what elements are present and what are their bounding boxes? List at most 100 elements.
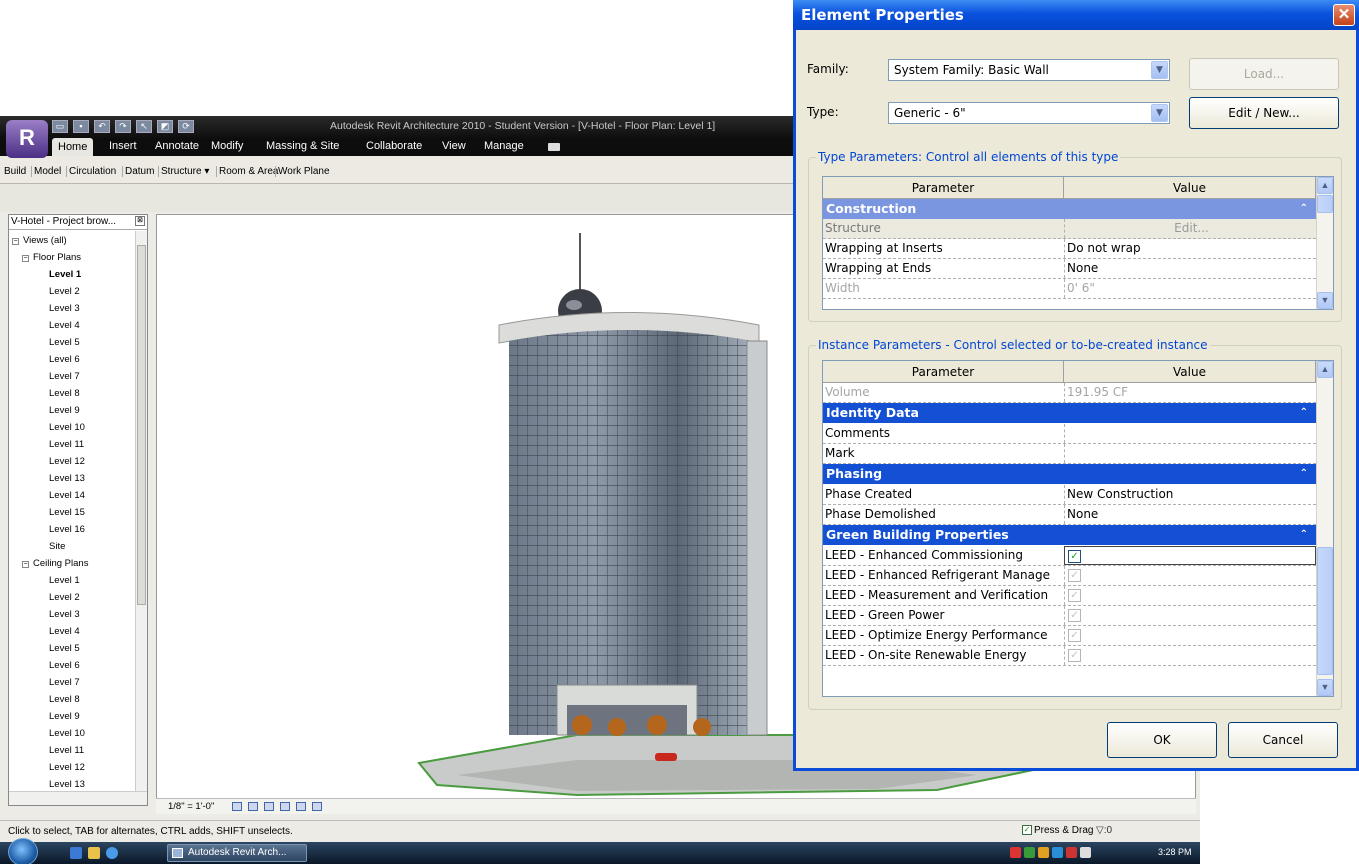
collapse-icon[interactable]: ⌃	[1300, 199, 1308, 219]
leed-checkbox[interactable]: ✓	[1068, 569, 1081, 582]
scroll-up-icon[interactable]: ▲	[1317, 361, 1333, 378]
tree-item-floor-plan[interactable]: Level 12	[49, 456, 85, 467]
explorer-icon[interactable]	[88, 847, 100, 859]
tab-view[interactable]: View	[442, 140, 466, 152]
param-value[interactable]: None	[1064, 259, 1316, 278]
show-desktop-icon[interactable]	[70, 847, 82, 859]
collapse-toggle[interactable]: −	[22, 561, 29, 568]
chevron-down-icon[interactable]: ▼	[1151, 61, 1168, 79]
green-building-group-header[interactable]: Green Building Properties ⌃	[823, 525, 1316, 545]
type-grid-scrollbar[interactable]: ▲ ▼	[1316, 177, 1333, 309]
tree-item-floor-plan[interactable]: Level 16	[49, 524, 85, 535]
press-drag-toggle[interactable]: ✓ Press & Drag	[1022, 825, 1093, 836]
visual-style-icon[interactable]	[248, 802, 258, 811]
press-drag-checkbox[interactable]: ✓	[1022, 825, 1032, 836]
minimize-ribbon-icon[interactable]	[548, 143, 560, 151]
tab-insert[interactable]: Insert	[109, 140, 137, 152]
tree-item-ceiling-plan[interactable]: Level 4	[49, 626, 80, 637]
tree-item-floor-plan[interactable]: Level 1	[49, 269, 81, 280]
panel-circulation[interactable]: Circulation	[66, 166, 116, 177]
type-param-row[interactable]: Wrapping at Ends None	[823, 259, 1316, 279]
param-value[interactable]: ✓	[1064, 626, 1316, 645]
save-icon[interactable]: ▪	[73, 120, 89, 133]
panel-datum[interactable]: Datum	[122, 166, 154, 177]
filter-icon[interactable]: ▽:0	[1096, 825, 1112, 836]
leed-row[interactable]: LEED - Enhanced Refrigerant Manage ✓	[823, 566, 1316, 586]
tree-item-floor-plan[interactable]: Level 10	[49, 422, 85, 433]
collapse-icon[interactable]: ⌃	[1300, 525, 1308, 545]
type-select[interactable]: Generic - 6" ▼	[888, 102, 1170, 124]
phasing-group-header[interactable]: Phasing ⌃	[823, 464, 1316, 484]
tree-item-floor-plan[interactable]: Level 6	[49, 354, 80, 365]
tree-item-floor-plan[interactable]: Site	[49, 541, 65, 552]
leed-checkbox[interactable]: ✓	[1068, 649, 1081, 662]
tray-security-icon[interactable]	[1038, 847, 1049, 858]
tree-item-floor-plan[interactable]: Level 5	[49, 337, 80, 348]
modify-icon[interactable]: ↖	[136, 120, 152, 133]
ok-button[interactable]: OK	[1107, 722, 1217, 758]
leed-checkbox[interactable]: ✓	[1068, 589, 1081, 602]
scroll-down-icon[interactable]: ▼	[1317, 292, 1333, 309]
type-col-value[interactable]: Value	[1064, 177, 1316, 199]
phasing-row[interactable]: Phase Created New Construction	[823, 485, 1316, 505]
phasing-row[interactable]: Phase Demolished None	[823, 505, 1316, 525]
detail-level-icon[interactable]	[232, 802, 242, 811]
view-scale[interactable]: 1/8" = 1'-0"	[168, 801, 214, 812]
collapse-icon[interactable]: ⌃	[1300, 464, 1308, 484]
tray-network-icon[interactable]	[1052, 847, 1063, 858]
tab-annotate[interactable]: Annotate	[155, 140, 199, 152]
load-button[interactable]: Load...	[1189, 58, 1339, 90]
type-param-row[interactable]: Wrapping at Inserts Do not wrap	[823, 239, 1316, 259]
panel-structure[interactable]: Structure ▾	[158, 166, 209, 177]
leed-row[interactable]: LEED - On-site Renewable Energy ✓	[823, 646, 1316, 666]
close-button[interactable]: ✕	[1333, 4, 1355, 26]
tree-item-ceiling-plan[interactable]: Level 3	[49, 609, 80, 620]
identity-data-group-header[interactable]: Identity Data ⌃	[823, 403, 1316, 423]
tree-item-floor-plan[interactable]: Level 9	[49, 405, 80, 416]
taskbar-revit-button[interactable]: Autodesk Revit Arch...	[167, 844, 307, 862]
tree-item-floor-plan[interactable]: Level 11	[49, 439, 84, 450]
tree-item-ceiling-plan[interactable]: Level 6	[49, 660, 80, 671]
tree-item-ceiling-plan[interactable]: Level 9	[49, 711, 80, 722]
internet-explorer-icon[interactable]	[106, 847, 118, 859]
redo-icon[interactable]: ↷	[115, 120, 131, 133]
tree-ceiling-plans[interactable]: Ceiling Plans	[33, 558, 88, 569]
collapse-toggle[interactable]: −	[12, 238, 19, 245]
open-icon[interactable]: ▭	[52, 120, 68, 133]
tree-item-floor-plan[interactable]: Level 14	[49, 490, 85, 501]
panel-model[interactable]: Model	[31, 166, 61, 177]
temporary-hide-icon[interactable]	[312, 802, 322, 811]
panel-build[interactable]: Build	[2, 166, 26, 177]
measure-icon[interactable]: ◩	[157, 120, 173, 133]
tree-item-floor-plan[interactable]: Level 2	[49, 286, 80, 297]
scroll-down-icon[interactable]: ▼	[1317, 679, 1333, 696]
identity-row[interactable]: Mark	[823, 444, 1316, 464]
tree-item-floor-plan[interactable]: Level 15	[49, 507, 85, 518]
scroll-up-icon[interactable]: ▲	[1317, 177, 1333, 194]
application-button[interactable]: R	[6, 120, 48, 158]
browser-scroll-thumb[interactable]	[137, 245, 146, 605]
type-param-row[interactable]: Width 0' 6"	[823, 279, 1316, 299]
instance-col-value[interactable]: Value	[1064, 361, 1316, 383]
identity-row[interactable]: Comments	[823, 424, 1316, 444]
collapse-icon[interactable]: ⌃	[1300, 403, 1308, 423]
tray-alert-icon[interactable]	[1066, 847, 1077, 858]
close-icon[interactable]: ⊠	[135, 216, 145, 226]
param-value[interactable]	[1064, 424, 1316, 443]
scroll-thumb[interactable]	[1317, 547, 1333, 675]
crop-view-icon[interactable]	[296, 802, 306, 811]
param-value[interactable]	[1064, 444, 1316, 463]
param-value[interactable]: New Construction	[1064, 485, 1316, 504]
leed-checkbox[interactable]: ✓	[1068, 629, 1081, 642]
tree-floor-plans[interactable]: Floor Plans	[33, 252, 81, 263]
tree-item-floor-plan[interactable]: Level 8	[49, 388, 80, 399]
param-value[interactable]: 191.95 CF	[1064, 383, 1316, 402]
tab-home[interactable]: Home	[52, 138, 94, 156]
leed-row[interactable]: LEED - Optimize Energy Performance ✓	[823, 626, 1316, 646]
chevron-down-icon[interactable]: ▼	[1151, 104, 1168, 122]
param-value[interactable]: ✓	[1064, 566, 1316, 585]
tree-item-ceiling-plan[interactable]: Level 8	[49, 694, 80, 705]
start-button[interactable]	[8, 838, 38, 864]
tab-collaborate[interactable]: Collaborate	[366, 140, 422, 152]
param-value[interactable]: ✓	[1064, 606, 1316, 625]
